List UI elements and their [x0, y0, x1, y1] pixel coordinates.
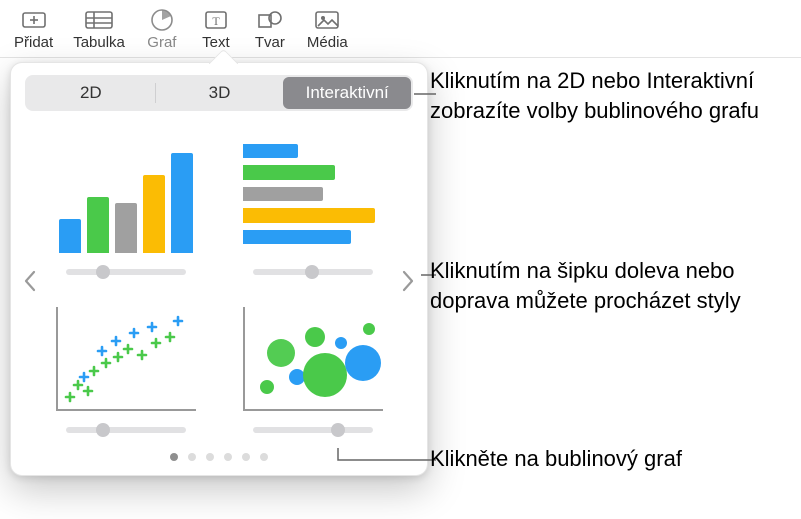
callout-bottom: Klikněte na bublinový graf — [430, 444, 682, 474]
callout-mid: Kliknutím na šipku doleva nebo doprava m… — [430, 256, 790, 315]
callout-top: Kliknutím na 2D nebo Interaktivní zobraz… — [430, 66, 790, 125]
